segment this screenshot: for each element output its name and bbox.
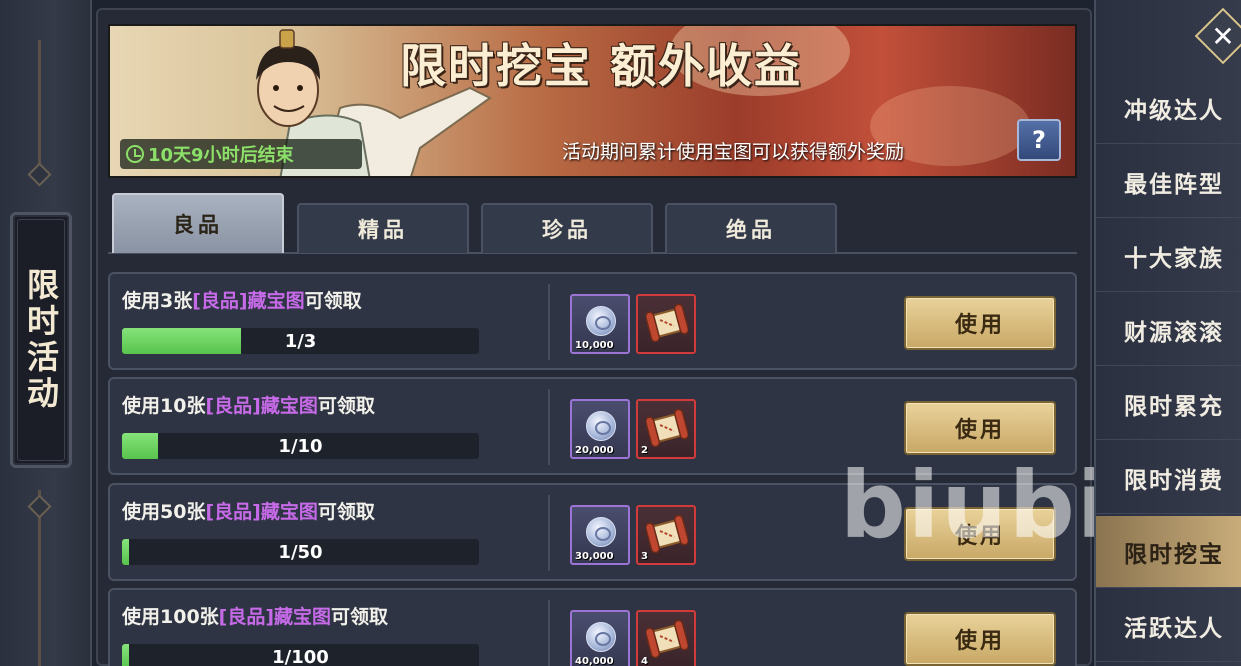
task-item-name: [良品]藏宝图 bbox=[192, 290, 305, 312]
task-suffix: 可领取 bbox=[317, 501, 375, 523]
menu-item[interactable]: 限时累充 bbox=[1096, 368, 1241, 440]
progress-bar: 1/3 bbox=[122, 328, 479, 354]
silver-coin-icon bbox=[586, 517, 616, 547]
reward-count: 20,000 bbox=[575, 445, 614, 456]
row-divider bbox=[548, 495, 550, 571]
task-prefix: 使用100张 bbox=[122, 606, 219, 628]
menu-item[interactable]: 财源滚滚 bbox=[1096, 294, 1241, 366]
task-row: 使用3张[良品]藏宝图可领取 1/3 10,000 使用 bbox=[108, 272, 1077, 370]
menu-item[interactable]: 限时消费 bbox=[1096, 442, 1241, 514]
task-item-name: [良品]藏宝图 bbox=[205, 501, 318, 523]
timer-text: 10天9小时后结束 bbox=[148, 145, 294, 166]
side-title-plate: 限时活动 bbox=[10, 212, 72, 468]
event-timer: 10天9小时后结束 bbox=[120, 139, 362, 169]
help-button[interactable]: ? bbox=[1017, 119, 1061, 161]
task-description: 使用50张[良品]藏宝图可领取 bbox=[122, 497, 375, 524]
close-icon[interactable]: ✕ bbox=[1203, 16, 1241, 56]
left-deco-line bbox=[38, 40, 41, 170]
task-prefix: 使用10张 bbox=[122, 395, 206, 417]
task-row: 使用100张[良品]藏宝图可领取 1/100 40,000 4 使用 bbox=[108, 588, 1077, 666]
progress-text: 1/3 bbox=[284, 330, 317, 352]
reward-count: 10,000 bbox=[575, 340, 614, 351]
silver-coin-icon bbox=[586, 411, 616, 441]
tab-supreme[interactable]: 绝品 bbox=[665, 203, 837, 253]
progress-bar: 1/10 bbox=[122, 433, 479, 459]
reward-silver[interactable]: 10,000 bbox=[570, 294, 630, 354]
task-item-name: [良品]藏宝图 bbox=[218, 606, 332, 628]
row-divider bbox=[548, 284, 550, 360]
reward-scroll[interactable]: 2 bbox=[636, 399, 696, 459]
reward-scroll[interactable]: 4 bbox=[636, 610, 696, 666]
task-suffix: 可领取 bbox=[317, 395, 375, 417]
clock-icon bbox=[126, 145, 144, 163]
menu-item[interactable]: 十大家族 bbox=[1096, 220, 1241, 292]
treasure-map-scroll-icon bbox=[646, 304, 688, 342]
silver-coin-icon bbox=[586, 306, 616, 336]
reward-count: 40,000 bbox=[575, 656, 614, 666]
task-suffix: 可领取 bbox=[304, 290, 362, 312]
use-button[interactable]: 使用 bbox=[904, 296, 1056, 350]
left-deco-diamond bbox=[27, 494, 52, 519]
menu-item[interactable]: 冲级达人 bbox=[1096, 72, 1241, 144]
tab-good[interactable]: 良品 bbox=[112, 193, 284, 253]
activity-menu: 冲级达人 最佳阵型 十大家族 财源滚滚 限时累充 限时消费 限时挖宝 活跃达人 bbox=[1094, 0, 1241, 666]
tab-fine[interactable]: 精品 bbox=[297, 203, 469, 253]
silver-coin-icon bbox=[586, 622, 616, 652]
task-suffix: 可领取 bbox=[331, 606, 389, 628]
screen: 限时活动 限时挖宝 额外收益 活动期间累计使用宝图可以获得额外奖励 ? 10天9… bbox=[0, 0, 1241, 666]
side-title: 限时活动 bbox=[22, 268, 60, 412]
progress-bar: 1/100 bbox=[122, 644, 479, 666]
use-button[interactable]: 使用 bbox=[904, 401, 1056, 455]
task-prefix: 使用50张 bbox=[122, 501, 206, 523]
progress-text: 1/100 bbox=[272, 646, 329, 666]
reward-scroll[interactable] bbox=[636, 294, 696, 354]
banner-description: 活动期间累计使用宝图可以获得额外奖励 bbox=[562, 141, 905, 163]
row-divider bbox=[548, 389, 550, 465]
progress-bar: 1/50 bbox=[122, 539, 479, 565]
banner-title: 限时挖宝 额外收益 bbox=[400, 39, 803, 93]
reward-silver[interactable]: 20,000 bbox=[570, 399, 630, 459]
reward-count: 2 bbox=[641, 445, 648, 456]
treasure-map-scroll-icon bbox=[646, 620, 688, 658]
use-button[interactable]: 使用 bbox=[904, 612, 1056, 666]
progress-text: 1/50 bbox=[278, 541, 323, 563]
tab-rare[interactable]: 珍品 bbox=[481, 203, 653, 253]
reward-count: 4 bbox=[641, 656, 648, 666]
task-description: 使用3张[良品]藏宝图可领取 bbox=[122, 286, 362, 313]
menu-item[interactable]: 限时挖宝 bbox=[1096, 516, 1241, 588]
task-prefix: 使用3张 bbox=[122, 290, 193, 312]
task-item-name: [良品]藏宝图 bbox=[205, 395, 318, 417]
reward-count: 3 bbox=[641, 551, 648, 562]
left-decor-strip: 限时活动 bbox=[0, 0, 92, 666]
row-divider bbox=[548, 600, 550, 666]
menu-item[interactable]: 最佳阵型 bbox=[1096, 146, 1241, 218]
treasure-map-scroll-icon bbox=[646, 515, 688, 553]
reward-count: 30,000 bbox=[575, 551, 614, 562]
task-description: 使用100张[良品]藏宝图可领取 bbox=[122, 602, 388, 629]
reward-scroll[interactable]: 3 bbox=[636, 505, 696, 565]
progress-text: 1/10 bbox=[278, 435, 323, 457]
menu-item[interactable]: 活跃达人 bbox=[1096, 590, 1241, 662]
left-deco-diamond bbox=[27, 162, 52, 187]
task-description: 使用10张[良品]藏宝图可领取 bbox=[122, 391, 375, 418]
reward-silver[interactable]: 40,000 bbox=[570, 610, 630, 666]
reward-silver[interactable]: 30,000 bbox=[570, 505, 630, 565]
treasure-map-scroll-icon bbox=[646, 409, 688, 447]
